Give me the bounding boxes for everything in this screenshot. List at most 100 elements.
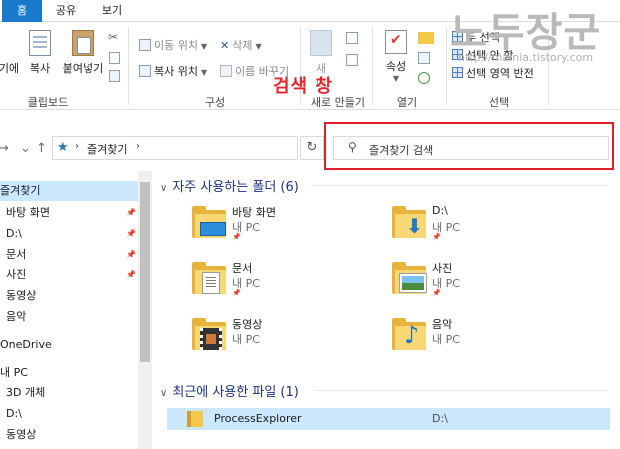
folder-name: 바탕 화면	[232, 206, 276, 219]
invert-selection-button[interactable]: 선택 영역 반전	[452, 66, 534, 82]
paste-shortcut-icon[interactable]	[109, 70, 120, 82]
chevron-down-icon: ▼	[255, 42, 262, 51]
nav-item[interactable]: D:\ 📌	[0, 224, 138, 244]
easy-access-icon[interactable]	[346, 54, 358, 66]
recent-file-path: D:\	[432, 412, 448, 425]
tab-view[interactable]: 보기	[92, 0, 132, 22]
pin-label: 기에	[0, 62, 20, 75]
move-to-label: 이동 위치	[154, 39, 198, 52]
nav-item-label: 동영상	[6, 428, 37, 441]
star-icon: ★	[57, 140, 69, 155]
nav-item[interactable]: 동영상	[0, 286, 138, 306]
section-divider	[314, 390, 608, 391]
nav-item[interactable]: 동영상	[0, 425, 138, 445]
forward-arrow-icon[interactable]: →	[0, 141, 9, 156]
nav-item[interactable]: OneDrive	[0, 335, 138, 355]
pin-icon: 📌	[232, 289, 241, 297]
properties-icon	[385, 30, 407, 54]
folder-tile[interactable]: 바탕 화면 내 PC 📌	[192, 204, 392, 250]
nav-item[interactable]: 문서 📌	[0, 245, 138, 265]
refresh-icon: ↻	[306, 140, 318, 155]
nav-item-label: 즐겨찾기	[0, 184, 41, 197]
delete-button[interactable]: ✕ 삭제 ▼	[220, 38, 262, 54]
pin-to-quick-access-button[interactable]: 기에	[0, 30, 20, 76]
nav-item-label: 바탕 화면	[6, 206, 50, 219]
copy-to-icon	[139, 65, 151, 77]
open-button[interactable]	[418, 32, 434, 46]
pin-icon: 📌	[232, 233, 241, 241]
nav-item[interactable]: 3D 개체	[0, 383, 138, 403]
nav-item[interactable]: 내 PC	[0, 363, 138, 383]
folder-icon	[187, 411, 203, 427]
nav-item-label: 내 PC	[0, 366, 28, 379]
new-item-icon[interactable]	[346, 32, 358, 44]
properties-button[interactable]: 속성 ▼	[380, 30, 412, 83]
folder-tile[interactable]: ♪ 음악 내 PC	[392, 316, 592, 362]
recent-file-row[interactable]: ProcessExplorer D:\	[167, 408, 610, 430]
paste-button[interactable]: 붙여넣기	[60, 30, 106, 76]
open-group-label: 열기	[396, 96, 418, 109]
folder-name: 동영상	[232, 318, 263, 331]
folder-tile[interactable]: 문서 내 PC 📌	[192, 260, 392, 306]
chevron-right-icon: ›	[136, 141, 140, 152]
nav-item[interactable]: 사진 📌	[0, 265, 138, 285]
copy-to-button[interactable]: 복사 위치 ▼	[139, 64, 207, 80]
rename-icon	[220, 65, 232, 77]
frequent-folders-header[interactable]: ∨ 자주 사용하는 폴더 (6)	[160, 176, 299, 195]
new-folder-icon	[310, 30, 332, 56]
nav-item-label: 문서	[6, 248, 27, 261]
nav-item[interactable]: D:\	[0, 404, 138, 424]
documents-folder-icon	[192, 262, 226, 294]
folder-tile[interactable]: 사진 내 PC 📌	[392, 260, 592, 306]
copy-path-icon[interactable]	[109, 52, 120, 64]
history-icon[interactable]	[418, 72, 430, 84]
group-divider	[128, 27, 129, 105]
chevron-down-icon[interactable]: ⌄	[20, 141, 31, 156]
nav-item-label: 음악	[6, 310, 27, 323]
download-folder-icon: ⬇	[392, 206, 426, 238]
move-to-button[interactable]: 이동 위치 ▼	[139, 38, 207, 54]
move-to-icon	[139, 39, 151, 51]
nav-item-label: 사진	[6, 268, 27, 281]
cut-icon[interactable]: ✂	[108, 30, 118, 44]
recent-files-header[interactable]: ∨ 최근에 사용한 파일 (1)	[160, 381, 299, 400]
nav-item[interactable]: 즐겨찾기	[0, 181, 138, 201]
tab-share[interactable]: 공유	[46, 0, 86, 22]
music-folder-icon: ♪	[392, 318, 426, 350]
refresh-button[interactable]: ↻	[300, 136, 324, 160]
nav-item-label: 동영상	[6, 289, 37, 302]
delete-label: 삭제	[232, 39, 253, 52]
folder-tile[interactable]: ⬇ D:\ 내 PC 📌	[392, 204, 592, 250]
recent-files-title: 최근에 사용한 파일 (1)	[172, 385, 299, 400]
address-path[interactable]: 즐겨찾기	[87, 141, 127, 157]
pin-icon: 📌	[126, 208, 136, 217]
chevron-right-icon: ›	[75, 141, 79, 152]
pin-icon: 📌	[432, 233, 441, 241]
watermark-title: 노두장군	[450, 10, 602, 56]
nav-item-label: 3D 개체	[6, 386, 46, 399]
pin-icon: 📌	[126, 229, 136, 238]
up-arrow-icon[interactable]: ↑	[36, 141, 47, 156]
pin-icon: 📌	[126, 270, 136, 279]
group-divider	[446, 27, 447, 105]
folder-location: 내 PC	[232, 333, 260, 346]
chevron-down-icon: ▼	[200, 42, 208, 51]
clipboard-group-label: 클립보드	[27, 96, 69, 109]
folder-tile[interactable]: 동영상내 PC	[192, 316, 392, 362]
tab-home[interactable]: 홈	[2, 0, 42, 22]
nav-item[interactable]: 음악	[0, 307, 138, 327]
copy-button[interactable]: 복사	[26, 30, 54, 76]
nav-item[interactable]: 바탕 화면 📌	[0, 203, 138, 223]
paste-icon	[72, 30, 94, 56]
nav-scrollbar-thumb[interactable]	[140, 182, 150, 362]
chevron-down-icon: ∨	[160, 183, 168, 194]
nav-item-label: D:\	[6, 227, 22, 240]
navigation-pane: 즐겨찾기 바탕 화면 📌 D:\ 📌 문서 📌 사진 📌 동영상 음악 OneDrive 내 PC 3D …	[0, 171, 152, 449]
edit-icon[interactable]	[418, 52, 430, 64]
copy-label: 복사	[29, 62, 51, 75]
select-group-label: 선택	[488, 96, 510, 109]
desktop-folder-icon	[192, 206, 226, 238]
frequent-folders-title: 자주 사용하는 폴더 (6)	[172, 180, 299, 195]
nav-item-label: D:\	[6, 407, 22, 420]
address-bar[interactable]: ★ › 즐겨찾기 ›	[52, 136, 298, 160]
